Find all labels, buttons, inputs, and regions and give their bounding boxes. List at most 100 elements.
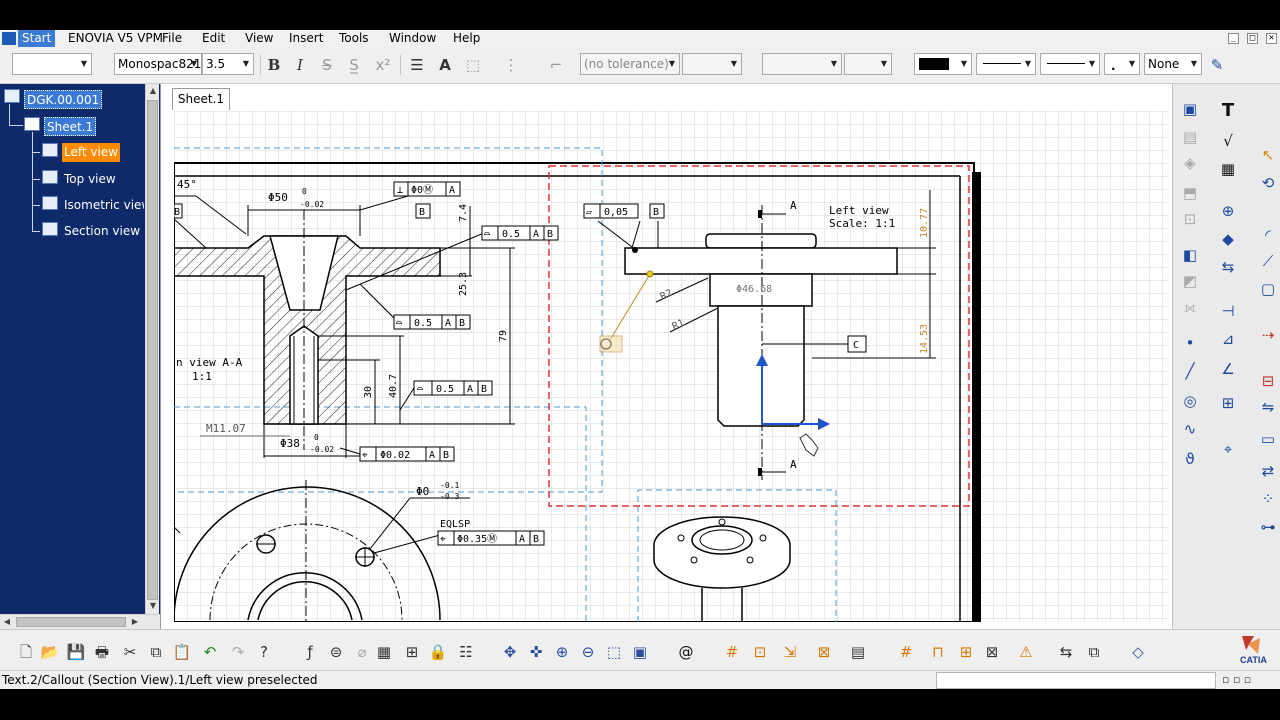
section-view-scale[interactable]: 1:1 xyxy=(192,370,212,383)
view-icon[interactable] xyxy=(42,143,58,157)
dim-10-77[interactable]: 10.77 xyxy=(919,208,930,238)
point-type-combo[interactable]: · ▼ xyxy=(1104,53,1140,75)
hole-tol-lower[interactable]: -0.3 xyxy=(440,492,459,501)
snap-to-point-icon[interactable]: ⊡ xyxy=(750,642,770,662)
scroll-right-icon[interactable]: ▶ xyxy=(128,617,142,626)
translate-icon[interactable]: ⇄ xyxy=(1257,460,1279,482)
grid-icon[interactable]: ▦ xyxy=(374,642,394,662)
swap-icon[interactable]: ⇆ xyxy=(1056,642,1076,662)
line-color-combo[interactable]: ▼ xyxy=(914,53,972,75)
box-icon[interactable]: ▢ xyxy=(1257,278,1279,300)
scroll-down-icon[interactable]: ▼ xyxy=(146,601,160,610)
pattern-combo[interactable]: None ▼ xyxy=(1144,53,1202,75)
style-combo[interactable]: ▼ xyxy=(12,53,92,75)
grid-display-icon[interactable]: # xyxy=(722,642,742,662)
select-icon[interactable]: ↖ xyxy=(1257,144,1279,166)
cursor-coordinates-icon[interactable]: ▤ xyxy=(848,642,868,662)
copy-object-format-icon[interactable]: ⧉ xyxy=(1084,642,1104,662)
angle-dimension-icon[interactable]: ∠ xyxy=(1217,358,1239,380)
detect-overlap-icon[interactable]: ⚠ xyxy=(1016,642,1036,662)
zoom-area-icon[interactable]: ⬚ xyxy=(604,642,624,662)
hole-dia-label[interactable]: Φ0 xyxy=(416,485,429,498)
create-constraints-icon[interactable]: ⊠ xyxy=(814,642,834,662)
sheet-icon[interactable] xyxy=(24,117,40,131)
layers-icon[interactable]: ◇ xyxy=(1128,642,1148,662)
menu-enovia[interactable]: ENOVIA V5 VPM xyxy=(64,30,167,47)
open-file-icon[interactable]: 📂 xyxy=(40,642,60,662)
dim-25-3[interactable]: 25.3 xyxy=(458,272,469,296)
menu-tools[interactable]: Tools xyxy=(335,30,373,47)
pan-icon[interactable]: ⟲ xyxy=(1257,172,1279,194)
dim-40-7[interactable]: 40.7 xyxy=(388,374,399,398)
sheet-tab[interactable]: Sheet.1 xyxy=(172,88,230,110)
tree-sheet[interactable]: Sheet.1 xyxy=(44,117,97,136)
bold-button[interactable]: B xyxy=(263,54,285,76)
formula-icon[interactable]: ƒ xyxy=(300,642,320,662)
analysis-icon[interactable]: ⊞ xyxy=(402,642,422,662)
break-view-icon[interactable]: ⟗ xyxy=(1179,296,1201,318)
text-icon[interactable]: T xyxy=(1217,100,1239,122)
tree-root-drawing[interactable]: DGK.00.001 xyxy=(24,90,103,109)
copy-icon[interactable]: ⧉ xyxy=(146,642,166,662)
section-view-name[interactable]: n view A-A xyxy=(176,356,243,369)
painter-icon[interactable]: ✎ xyxy=(1206,54,1228,76)
geometric-tolerance-icon[interactable]: ⌖ xyxy=(1217,438,1239,460)
pattern-icon[interactable]: ⁘ xyxy=(1257,488,1279,510)
scroll-up-icon[interactable]: ▲ xyxy=(146,86,160,95)
menu-window[interactable]: Window xyxy=(385,30,440,47)
font-size-combo[interactable]: 3.5 ▼ xyxy=(202,53,254,75)
detail-view-icon[interactable]: ⊡ xyxy=(1179,208,1201,230)
chamfer-dimension-icon[interactable]: ⊿ xyxy=(1217,328,1239,350)
dia38-tol-lower[interactable]: -0.02 xyxy=(310,445,334,454)
menu-view[interactable]: View xyxy=(241,30,277,47)
insert-symbol-icon[interactable]: ⋮ xyxy=(500,54,522,76)
underline-icon[interactable]: S̲ xyxy=(343,54,365,76)
sketch-grid-icon[interactable]: # xyxy=(896,642,916,662)
scrollbar-thumb[interactable] xyxy=(147,100,158,600)
dim-30[interactable]: 30 xyxy=(363,386,374,398)
trim-icon[interactable]: ⊟ xyxy=(1257,370,1279,392)
tree-view-top[interactable]: Top view xyxy=(62,170,118,189)
view-icon[interactable] xyxy=(42,222,58,236)
dia50-tol-lower[interactable]: -0.02 xyxy=(300,200,324,209)
symmetry-icon[interactable]: ⇋ xyxy=(1257,396,1279,418)
left-view-scale[interactable]: Scale: 1:1 xyxy=(829,217,895,230)
profile-frame-2[interactable]: ⌓ 0.5 A B xyxy=(393,314,471,330)
undo-icon[interactable]: ↶ xyxy=(200,642,220,662)
arc-icon[interactable]: ◜ xyxy=(1257,224,1279,246)
point-icon[interactable]: • xyxy=(1179,332,1201,354)
drawing-icon[interactable] xyxy=(4,89,20,103)
minimize-button[interactable]: _ xyxy=(1228,33,1239,44)
profile-frame-1[interactable]: ⌓ 0.5 A B xyxy=(481,225,559,241)
eqlsp-label[interactable]: EQLSP xyxy=(440,519,470,530)
cut-icon[interactable]: ✂ xyxy=(120,642,140,662)
superscript-icon[interactable]: x² xyxy=(372,54,394,76)
dimension-icon[interactable]: ⊣ xyxy=(1217,300,1239,322)
datum-feature-icon[interactable]: ⊞ xyxy=(1217,392,1239,414)
tree-view-isometric[interactable]: Isometric view xyxy=(62,196,144,215)
constraint-icon[interactable]: ⊶ xyxy=(1257,516,1279,538)
table-icon[interactable]: ▦ xyxy=(1217,158,1239,180)
view-icon[interactable] xyxy=(42,170,58,184)
section-view-icon[interactable]: ⬒ xyxy=(1179,182,1201,204)
line-thickness-combo[interactable]: ▼ xyxy=(1040,53,1100,75)
datum-c-label[interactable]: C xyxy=(853,340,859,351)
curve-icon[interactable]: ϑ xyxy=(1179,448,1201,470)
dia50-label[interactable]: Φ50 xyxy=(268,191,288,204)
roughness-icon[interactable]: √ xyxy=(1217,130,1239,152)
align-left-icon[interactable]: ☰ xyxy=(406,54,428,76)
frame-icon[interactable]: ⬚ xyxy=(462,54,484,76)
restore-button[interactable]: □ xyxy=(1247,33,1258,44)
scrollbar-thumb[interactable] xyxy=(16,617,126,627)
position-frame-2[interactable]: ⌖ Φ0.35Ⓜ A B xyxy=(437,530,545,546)
menu-edit[interactable]: Edit xyxy=(198,30,229,47)
drawing-canvas[interactable]: 45° Φ50 0 -0.02 ⊥ Φ0Ⓜ A B B 7.4 25.3 79 … xyxy=(174,111,1168,622)
dim-79[interactable]: 79 xyxy=(498,330,509,342)
tolerance-combo[interactable]: (no tolerance) ▼ xyxy=(580,53,680,75)
command-input[interactable] xyxy=(936,672,1216,689)
circle-icon[interactable]: ◎ xyxy=(1179,390,1201,412)
position-frame-1[interactable]: ⌖ Φ0.02 A B xyxy=(359,446,455,462)
spline-icon[interactable]: ∿ xyxy=(1179,418,1201,440)
chamfer-label[interactable]: 45° xyxy=(177,178,197,191)
close-button[interactable]: ✕ xyxy=(1266,33,1277,44)
